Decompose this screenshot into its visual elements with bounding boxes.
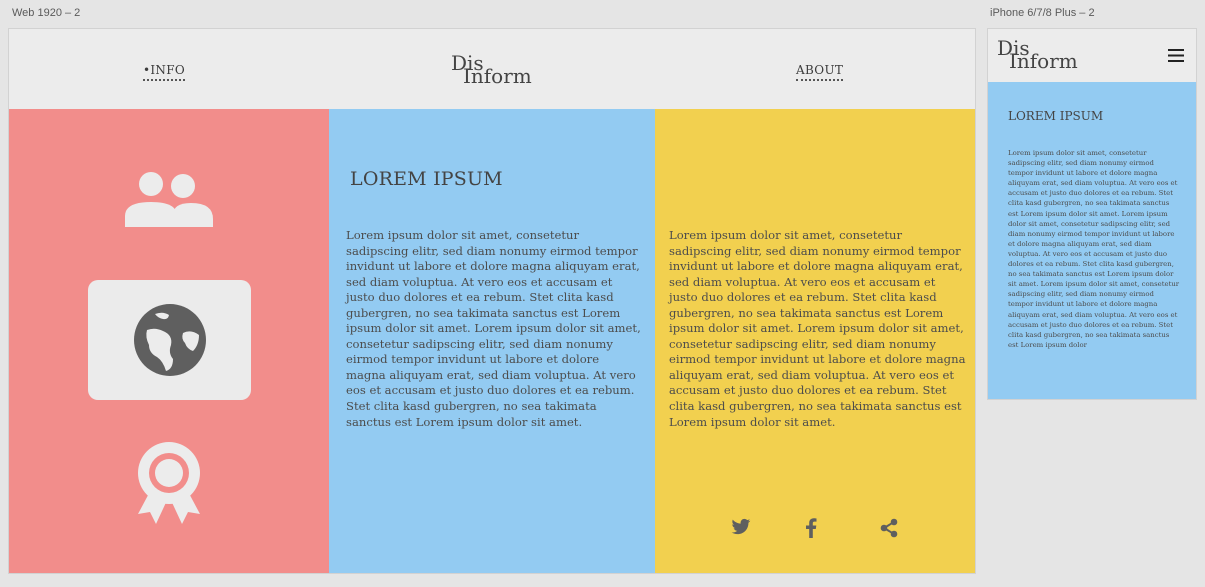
- artboard-label-web: Web 1920 – 2: [12, 7, 81, 19]
- web-artboard: •INFO Dis Inform ABOUT LOREM IPSUM Lorem…: [9, 29, 975, 573]
- share-icon[interactable]: [880, 518, 898, 542]
- nav-about-link[interactable]: ABOUT: [796, 64, 844, 81]
- phone-logo-line-inform: Inform: [1009, 49, 1078, 73]
- hamburger-menu-icon[interactable]: [1168, 47, 1184, 66]
- brand-logo[interactable]: Dis Inform: [451, 53, 541, 87]
- globe-card[interactable]: [88, 280, 251, 400]
- side-content-column: Lorem ipsum dolor sit amet, consetetur s…: [655, 109, 975, 573]
- phone-heading: LOREM IPSUM: [1008, 109, 1104, 123]
- people-icon[interactable]: [123, 169, 215, 233]
- main-body-text: Lorem ipsum dolor sit amet, consetetur s…: [346, 228, 641, 429]
- award-icon[interactable]: [136, 440, 202, 530]
- facebook-icon[interactable]: [805, 518, 817, 542]
- site-header: •INFO Dis Inform ABOUT: [9, 29, 975, 109]
- phone-artboard: Dis Inform LOREM IPSUM Lorem ipsum dolor…: [988, 29, 1196, 399]
- main-content-column: LOREM IPSUM Lorem ipsum dolor sit amet, …: [329, 109, 655, 573]
- phone-content: LOREM IPSUM Lorem ipsum dolor sit amet, …: [988, 82, 1196, 399]
- artboard-label-phone: iPhone 6/7/8 Plus – 2: [990, 7, 1095, 19]
- icon-column: [9, 109, 329, 573]
- phone-brand-logo[interactable]: Dis Inform: [997, 38, 1087, 72]
- side-body-text: Lorem ipsum dolor sit amet, consetetur s…: [669, 228, 966, 429]
- globe-icon: [134, 304, 206, 376]
- nav-info-link[interactable]: •INFO: [143, 64, 185, 81]
- phone-body-text: Lorem ipsum dolor sit amet, consetetur s…: [1008, 149, 1180, 349]
- twitter-icon[interactable]: [731, 518, 751, 540]
- logo-line-inform: Inform: [463, 64, 532, 88]
- main-heading: LOREM IPSUM: [350, 168, 503, 190]
